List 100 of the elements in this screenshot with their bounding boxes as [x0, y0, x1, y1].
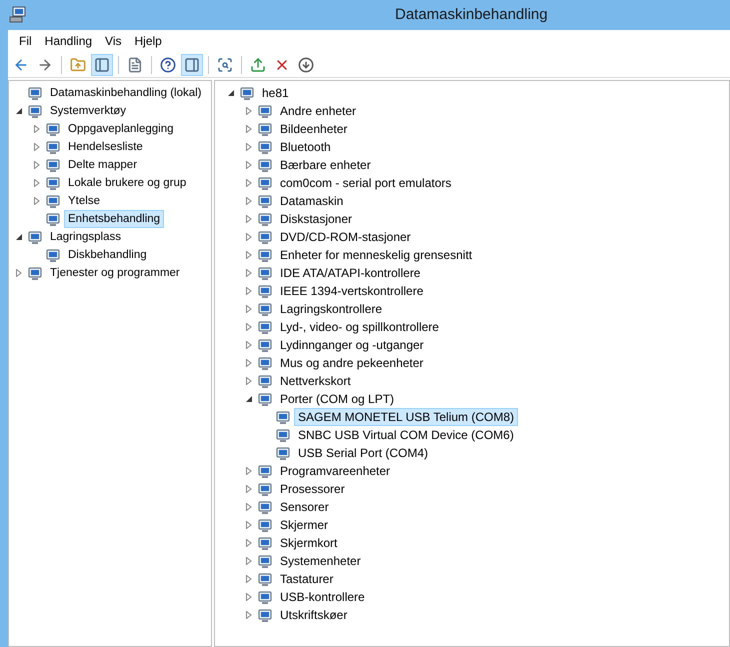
- collapsed-toggle-icon[interactable]: [245, 359, 253, 367]
- device-icon: [45, 157, 61, 173]
- collapsed-toggle-icon[interactable]: [245, 233, 253, 241]
- collapsed-toggle-icon[interactable]: [245, 521, 253, 529]
- device-icon: [27, 229, 43, 245]
- device-icon: [27, 265, 43, 281]
- collapsed-toggle-icon[interactable]: [245, 305, 253, 313]
- tree-item[interactable]: Tastaturer: [276, 570, 338, 588]
- tree-item[interactable]: he81: [258, 84, 293, 102]
- device-icon: [257, 391, 273, 407]
- tree-item[interactable]: IDE ATA/ATAPI-kontrollere: [276, 264, 424, 282]
- toolbar-button[interactable]: [91, 54, 113, 76]
- collapsed-toggle-icon[interactable]: [245, 287, 253, 295]
- tree-item[interactable]: IEEE 1394-vertskontrollere: [276, 282, 428, 300]
- collapsed-toggle-icon[interactable]: [245, 557, 253, 565]
- device-icon: [257, 337, 273, 353]
- expanded-toggle-icon[interactable]: [15, 233, 23, 241]
- tree-item[interactable]: Programvareenheter: [276, 462, 394, 480]
- collapsed-toggle-icon[interactable]: [33, 197, 41, 205]
- device-icon: [257, 535, 273, 551]
- device-icon: [275, 409, 291, 425]
- collapsed-toggle-icon[interactable]: [33, 179, 41, 187]
- device-icon: [257, 121, 273, 137]
- tree-item[interactable]: SNBC USB Virtual COM Device (COM6): [294, 426, 518, 444]
- menu-item[interactable]: Vis: [100, 32, 126, 50]
- tree-item[interactable]: Skjermer: [276, 516, 332, 534]
- device-icon: [257, 211, 273, 227]
- device-icon: [45, 175, 61, 191]
- tree-item[interactable]: Bluetooth: [276, 138, 335, 156]
- collapsed-toggle-icon[interactable]: [245, 467, 253, 475]
- device-icon: [27, 103, 43, 119]
- tree-item[interactable]: Mus og andre pekeenheter: [276, 354, 428, 372]
- collapsed-toggle-icon[interactable]: [245, 179, 253, 187]
- collapsed-toggle-icon[interactable]: [245, 539, 253, 547]
- tree-item[interactable]: Lagringsplass: [46, 228, 125, 246]
- device-icon: [257, 301, 273, 317]
- collapsed-toggle-icon[interactable]: [245, 125, 253, 133]
- tree-item[interactable]: SAGEM MONETEL USB Telium (COM8): [294, 408, 518, 426]
- tree-item[interactable]: DVD/CD-ROM-stasjoner: [276, 228, 415, 246]
- collapsed-toggle-icon[interactable]: [245, 593, 253, 601]
- tree-item[interactable]: Bildeenheter: [276, 120, 352, 138]
- tree-item[interactable]: Porter (COM og LPT): [276, 390, 398, 408]
- tree-item[interactable]: Systemverktøy: [46, 102, 130, 120]
- tree-item[interactable]: Prosessorer: [276, 480, 349, 498]
- tree-item[interactable]: Enhetsbehandling: [64, 210, 164, 228]
- collapsed-toggle-icon[interactable]: [245, 269, 253, 277]
- tree-item[interactable]: Lyd-, video- og spillkontrollere: [276, 318, 443, 336]
- tree-item[interactable]: Bærbare enheter: [276, 156, 375, 174]
- expanded-toggle-icon[interactable]: [227, 89, 235, 97]
- tree-item[interactable]: Enheter for menneskelig grensesnitt: [276, 246, 476, 264]
- tree-item[interactable]: Diskstasjoner: [276, 210, 356, 228]
- tree-item[interactable]: Skjermkort: [276, 534, 342, 552]
- collapsed-toggle-icon[interactable]: [245, 323, 253, 331]
- tree-item[interactable]: Sensorer: [276, 498, 333, 516]
- tree-item[interactable]: Tjenester og programmer: [46, 264, 184, 282]
- tree-item[interactable]: Andre enheter: [276, 102, 360, 120]
- expanded-toggle-icon[interactable]: [245, 395, 253, 403]
- tree-item[interactable]: Utskriftskøer: [276, 606, 352, 624]
- device-icon: [239, 85, 255, 101]
- tree-item[interactable]: Nettverkskort: [276, 372, 355, 390]
- menu-item[interactable]: Fil: [14, 32, 37, 50]
- collapsed-toggle-icon[interactable]: [245, 161, 253, 169]
- tree-item[interactable]: Lagringskontrollere: [276, 300, 386, 318]
- collapsed-toggle-icon[interactable]: [15, 269, 23, 277]
- collapsed-toggle-icon[interactable]: [245, 107, 253, 115]
- menu-item[interactable]: Hjelp: [130, 32, 167, 50]
- tree-item[interactable]: Datamaskinbehandling (lokal): [46, 84, 206, 102]
- collapsed-toggle-icon[interactable]: [245, 503, 253, 511]
- tree-item[interactable]: Hendelsesliste: [64, 138, 147, 156]
- tree-item[interactable]: Oppgaveplanlegging: [64, 120, 178, 138]
- tree-item[interactable]: com0com - serial port emulators: [276, 174, 456, 192]
- collapsed-toggle-icon[interactable]: [33, 125, 41, 133]
- device-icon: [257, 229, 273, 245]
- collapsed-toggle-icon[interactable]: [245, 575, 253, 583]
- collapsed-toggle-icon[interactable]: [245, 377, 253, 385]
- folder-up-icon: [70, 56, 86, 72]
- tree-item[interactable]: USB-kontrollere: [276, 588, 369, 606]
- collapsed-toggle-icon[interactable]: [245, 485, 253, 493]
- window-title: Datamaskinbehandling: [395, 4, 548, 25]
- collapsed-toggle-icon[interactable]: [245, 215, 253, 223]
- toolbar-button[interactable]: [181, 54, 203, 76]
- tree-item[interactable]: Lokale brukere og grup: [64, 174, 190, 192]
- device-icon: [257, 247, 273, 263]
- collapsed-toggle-icon[interactable]: [33, 143, 41, 151]
- collapsed-toggle-icon[interactable]: [245, 251, 253, 259]
- device-icon: [257, 589, 273, 605]
- collapsed-toggle-icon[interactable]: [245, 611, 253, 619]
- expanded-toggle-icon[interactable]: [15, 107, 23, 115]
- tree-item[interactable]: Diskbehandling: [64, 246, 151, 264]
- tree-item[interactable]: Datamaskin: [276, 192, 348, 210]
- menu-item[interactable]: Handling: [40, 32, 98, 50]
- collapsed-toggle-icon[interactable]: [245, 197, 253, 205]
- tree-item[interactable]: Systemenheter: [276, 552, 365, 570]
- collapsed-toggle-icon[interactable]: [245, 341, 253, 349]
- tree-item[interactable]: Delte mapper: [64, 156, 142, 174]
- tree-item[interactable]: Ytelse: [64, 192, 104, 210]
- tree-item[interactable]: USB Serial Port (COM4): [294, 444, 432, 462]
- tree-item[interactable]: Lydinnganger og -utganger: [276, 336, 428, 354]
- collapsed-toggle-icon[interactable]: [245, 143, 253, 151]
- collapsed-toggle-icon[interactable]: [33, 161, 41, 169]
